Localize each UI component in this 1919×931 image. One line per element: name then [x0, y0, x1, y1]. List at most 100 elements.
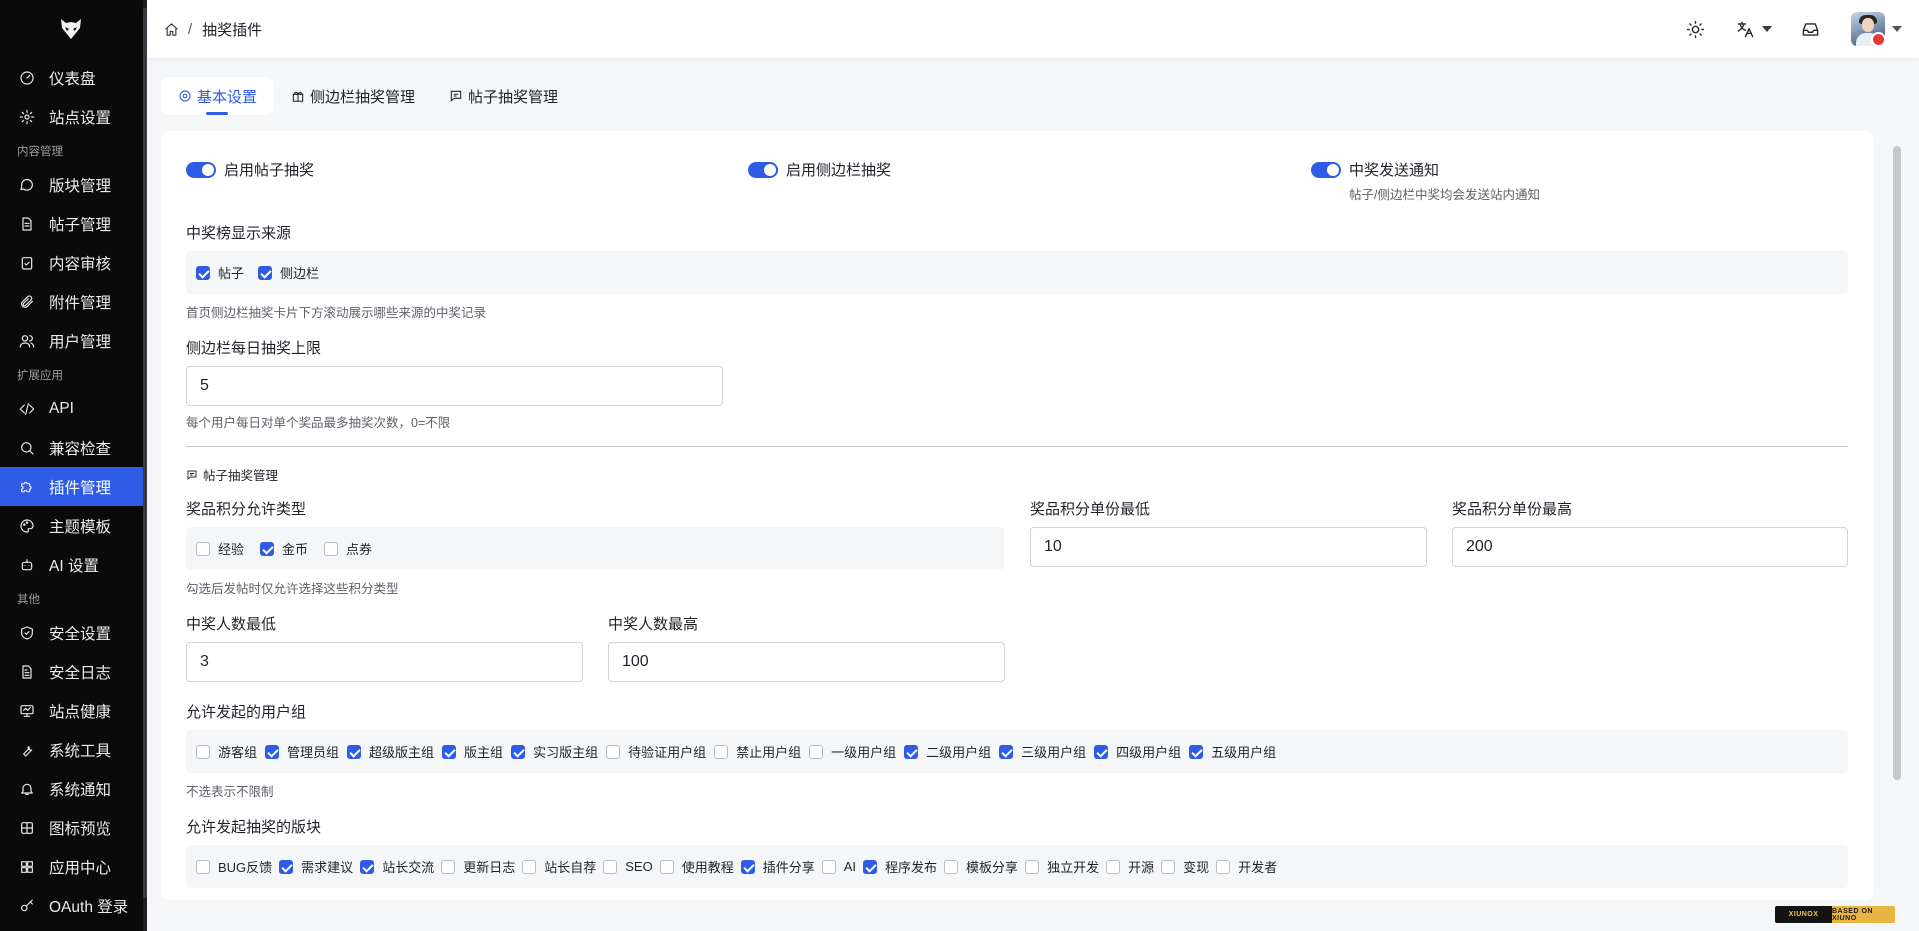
checkbox-option[interactable]: 站长自荐: [522, 857, 596, 876]
sidebar-item[interactable]: 系统通知: [0, 769, 147, 808]
checkbox-option[interactable]: 开源: [1106, 857, 1154, 876]
checkbox-checked[interactable]: [347, 744, 362, 759]
daily-limit-input[interactable]: [186, 366, 723, 406]
sidebar-item[interactable]: 安全日志: [0, 652, 147, 691]
sidebar-scrollbar[interactable]: [143, 0, 147, 931]
checkbox-unchecked[interactable]: [196, 541, 210, 556]
sidebar-item[interactable]: 图标预览: [0, 808, 147, 847]
checkbox-unchecked[interactable]: [603, 859, 618, 874]
checkbox-option[interactable]: 实习版主组: [511, 742, 598, 761]
sidebar-item[interactable]: 系统工具: [0, 730, 147, 769]
sidebar-item[interactable]: 插件管理: [0, 467, 143, 506]
checkbox-unchecked[interactable]: [1216, 859, 1231, 874]
checkbox-unchecked[interactable]: [821, 859, 836, 874]
checkbox-checked[interactable]: [279, 859, 294, 874]
checkbox-option[interactable]: 独立开发: [1025, 857, 1099, 876]
sidebar-item[interactable]: 仪表盘: [0, 58, 147, 97]
checkbox-option[interactable]: 游客组: [196, 742, 257, 761]
checkbox-option[interactable]: 开发者: [1216, 857, 1277, 876]
checkbox-option[interactable]: 版主组: [442, 742, 503, 761]
checkbox-checked[interactable]: [258, 265, 273, 280]
checkbox-option[interactable]: 五级用户组: [1189, 742, 1276, 761]
checkbox-option[interactable]: 管理员组: [265, 742, 339, 761]
checkbox-option[interactable]: 二级用户组: [904, 742, 991, 761]
checkbox-option[interactable]: AI: [821, 859, 856, 874]
checkbox-option[interactable]: 插件分享: [740, 857, 815, 876]
checkbox-unchecked[interactable]: [1025, 859, 1040, 874]
sidebar-item[interactable]: 兼容检查: [0, 428, 147, 467]
sun-icon[interactable]: [1686, 20, 1705, 39]
win-notify-switch[interactable]: [1311, 161, 1341, 178]
checkbox-option[interactable]: 模板分享: [944, 857, 1018, 876]
content-scrollbar[interactable]: [1893, 146, 1901, 780]
checkbox-unchecked[interactable]: [196, 859, 210, 874]
checkbox-option[interactable]: 一级用户组: [809, 742, 896, 761]
inbox-icon[interactable]: [1801, 20, 1820, 39]
tab-post-lottery[interactable]: 帖子抽奖管理: [432, 77, 575, 115]
checkbox-option[interactable]: BUG反馈: [196, 857, 272, 876]
checkbox-option[interactable]: 需求建议: [279, 857, 353, 876]
checkbox-option[interactable]: 三级用户组: [999, 742, 1086, 761]
checkbox-option[interactable]: 程序发布: [863, 857, 937, 876]
checkbox-unchecked[interactable]: [1106, 859, 1121, 874]
account-caret-icon[interactable]: [1892, 26, 1902, 32]
sidebar-item[interactable]: 站点设置: [0, 97, 147, 136]
tab-sidebar-lottery[interactable]: 侧边栏抽奖管理: [274, 77, 432, 115]
toggle-post-lottery[interactable]: 启用帖子抽奖: [186, 159, 314, 180]
sidebar-item[interactable]: 版块管理: [0, 165, 147, 204]
sidebar-item[interactable]: 站点健康: [0, 691, 147, 730]
checkbox-checked[interactable]: [740, 859, 755, 874]
sidebar-item[interactable]: API: [0, 389, 147, 428]
toggle-win-notify[interactable]: 中奖发送通知: [1311, 159, 1439, 180]
language-caret-icon[interactable]: [1762, 26, 1772, 32]
checkbox-unchecked[interactable]: [714, 744, 729, 759]
checkbox-option[interactable]: SEO: [603, 859, 653, 874]
sidebar-item[interactable]: 应用中心: [0, 847, 147, 886]
translate-icon[interactable]: [1736, 20, 1755, 39]
checkbox-checked[interactable]: [360, 859, 375, 874]
checkbox-option[interactable]: 帖子: [196, 263, 244, 282]
winners-min-input[interactable]: [186, 642, 583, 682]
checkbox-option[interactable]: 使用教程: [659, 857, 734, 876]
checkbox-option[interactable]: 点券: [324, 539, 372, 558]
checkbox-option[interactable]: 超级版主组: [347, 742, 434, 761]
home-icon[interactable]: [164, 22, 179, 37]
avatar[interactable]: [1851, 12, 1885, 46]
toggle-sidebar-lottery[interactable]: 启用侧边栏抽奖: [748, 159, 891, 180]
sidebar-item[interactable]: 用户管理: [0, 321, 147, 360]
checkbox-option[interactable]: 待验证用户组: [606, 742, 706, 761]
checkbox-option[interactable]: 经验: [196, 539, 244, 558]
checkbox-unchecked[interactable]: [659, 859, 674, 874]
checkbox-option[interactable]: 禁止用户组: [714, 742, 801, 761]
checkbox-unchecked[interactable]: [196, 744, 210, 759]
checkbox-option[interactable]: 四级用户组: [1094, 742, 1181, 761]
checkbox-unchecked[interactable]: [522, 859, 537, 874]
powered-by-badge[interactable]: XIUNOX BASED ON XIUNO: [1775, 906, 1895, 923]
checkbox-option[interactable]: 金币: [260, 539, 308, 558]
checkbox-checked[interactable]: [442, 744, 457, 759]
checkbox-unchecked[interactable]: [441, 859, 456, 874]
sidebar-item[interactable]: 安全设置: [0, 613, 147, 652]
checkbox-checked[interactable]: [1094, 744, 1109, 759]
checkbox-checked[interactable]: [196, 265, 210, 280]
sidebar-item[interactable]: 帖子管理: [0, 204, 147, 243]
checkbox-unchecked[interactable]: [1161, 859, 1176, 874]
tab-basic-settings[interactable]: 基本设置: [161, 77, 275, 115]
checkbox-option[interactable]: 更新日志: [441, 857, 515, 876]
checkbox-option[interactable]: 站长交流: [360, 857, 434, 876]
checkbox-unchecked[interactable]: [324, 541, 339, 556]
sidebar-item[interactable]: 内容审核: [0, 243, 147, 282]
checkbox-checked[interactable]: [999, 744, 1014, 759]
sidebar-lottery-switch[interactable]: [748, 161, 778, 178]
checkbox-checked[interactable]: [904, 744, 919, 759]
checkbox-unchecked[interactable]: [606, 744, 621, 759]
sidebar-item[interactable]: AI 设置: [0, 545, 147, 584]
post-lottery-switch[interactable]: [186, 161, 216, 178]
brand-logo[interactable]: [0, 0, 147, 58]
checkbox-checked[interactable]: [265, 744, 280, 759]
checkbox-checked[interactable]: [863, 859, 878, 874]
checkbox-option[interactable]: 变现: [1161, 857, 1209, 876]
checkbox-option[interactable]: 侧边栏: [258, 263, 319, 282]
sidebar-item[interactable]: OAuth 登录: [0, 886, 147, 925]
checkbox-checked[interactable]: [260, 541, 275, 556]
